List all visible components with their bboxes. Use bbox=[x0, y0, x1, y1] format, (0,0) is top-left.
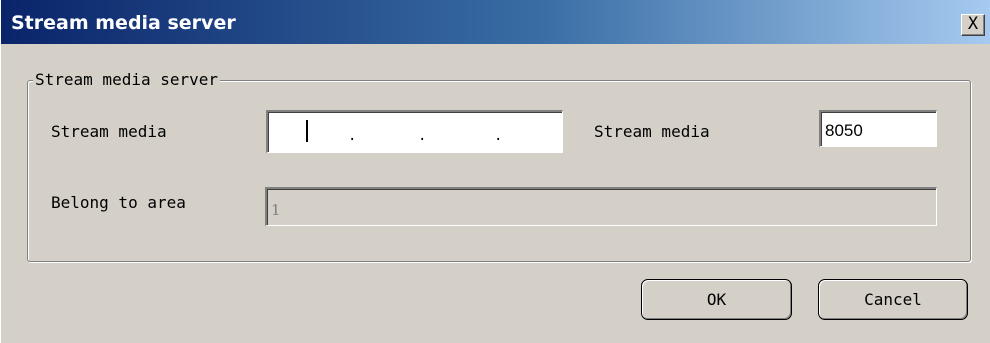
ip-separator-dot: . bbox=[348, 128, 357, 144]
ok-button[interactable]: OK bbox=[641, 279, 792, 320]
stream-media-server-groupbox bbox=[27, 80, 971, 262]
close-icon: X bbox=[967, 14, 979, 34]
stream-media-port-field[interactable] bbox=[819, 110, 937, 147]
ip-separator-dot: . bbox=[418, 128, 427, 144]
belong-to-area-label: Belong to area bbox=[51, 193, 186, 212]
stream-media-ip-input[interactable]: . . . bbox=[266, 110, 563, 153]
ip-separator-dot: . bbox=[494, 128, 503, 144]
belong-to-area-field bbox=[265, 187, 937, 226]
stream-media-port-input[interactable] bbox=[821, 112, 936, 146]
belong-to-area-input bbox=[267, 189, 936, 225]
stream-media-port-label: Stream media bbox=[594, 122, 710, 141]
text-caret bbox=[306, 120, 308, 142]
cancel-button[interactable]: Cancel bbox=[818, 279, 968, 320]
stream-media-ip-label: Stream media bbox=[51, 122, 167, 141]
close-button[interactable]: X bbox=[961, 14, 985, 36]
dialog-title: Stream media server bbox=[11, 12, 236, 34]
title-bar[interactable]: Stream media server X bbox=[1, 0, 990, 44]
stream-media-server-dialog: Stream media server X Stream media serve… bbox=[0, 0, 990, 343]
groupbox-legend: Stream media server bbox=[33, 70, 221, 90]
